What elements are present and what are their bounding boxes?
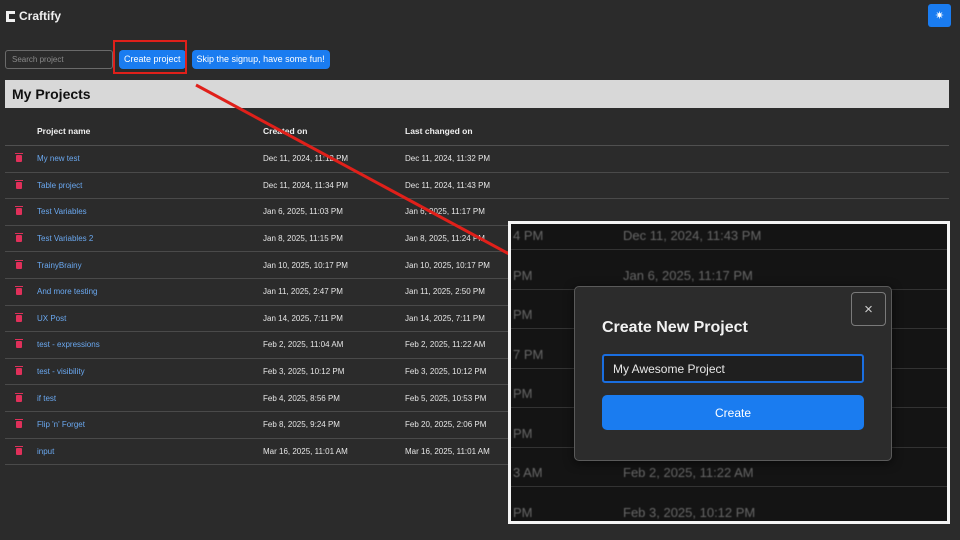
modal-create-button[interactable]: Create xyxy=(602,395,864,430)
create-project-modal: × Create New Project Create xyxy=(574,286,892,461)
close-icon: × xyxy=(864,300,873,318)
modal-title: Create New Project xyxy=(602,319,748,336)
arrow-line xyxy=(195,83,536,270)
project-name-input[interactable] xyxy=(602,354,864,383)
zoom-callout: 4 PM Dec 11, 2024, 11:43 PM PM Jan 6, 2025,… xyxy=(508,221,950,524)
close-button[interactable]: × xyxy=(851,292,886,326)
